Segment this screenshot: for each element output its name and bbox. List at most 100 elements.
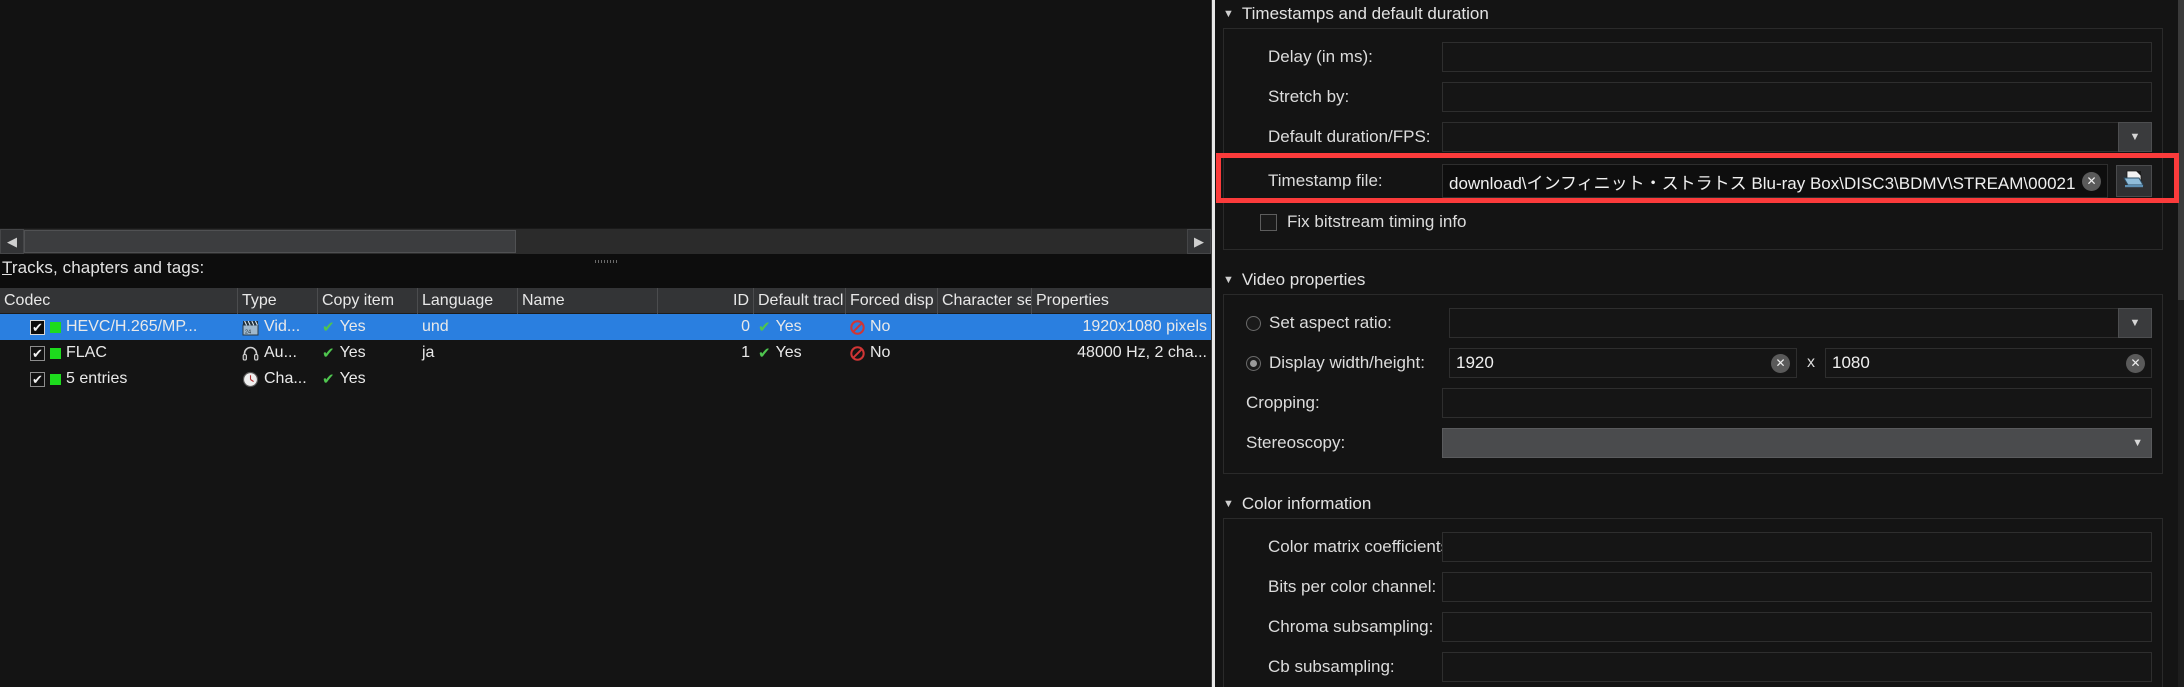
input-delay[interactable]: [1442, 42, 2152, 72]
label-timestamp-file: Timestamp file:: [1268, 171, 1383, 190]
cell-codec[interactable]: ✔ FLAC: [0, 340, 238, 366]
cell-properties[interactable]: [1032, 366, 1211, 392]
forced-display-text: No: [870, 318, 891, 335]
input-stretch-by[interactable]: [1442, 82, 2152, 112]
section-header-color-information[interactable]: ▼ Color information: [1215, 490, 2171, 518]
scroll-right-arrow-icon[interactable]: ▶: [1187, 229, 1211, 254]
cell-copy-item[interactable]: ✔ Yes: [318, 314, 418, 340]
column-header-character-set[interactable]: Character se: [938, 288, 1032, 314]
cell-character-set[interactable]: [938, 366, 1032, 392]
panel-scrollbar-thumb[interactable]: [2178, 0, 2184, 300]
column-header-type[interactable]: Type: [238, 288, 318, 314]
input-timestamp-file[interactable]: download\インフィニット・ストラトス Blu-ray Box\DISC3…: [1442, 164, 2108, 198]
dropdown-default-duration[interactable]: ▼: [2118, 122, 2152, 152]
cell-forced-display[interactable]: [846, 366, 938, 392]
clear-icon[interactable]: ✕: [1771, 353, 1790, 373]
cell-copy-item[interactable]: ✔ Yes: [318, 366, 418, 392]
cell-id[interactable]: 1: [658, 340, 754, 366]
scrollbar-track[interactable]: [24, 229, 1187, 254]
browse-timestamp-file-button[interactable]: [2116, 165, 2152, 197]
column-header-copy-item[interactable]: Copy item: [318, 288, 418, 314]
dimension-separator: x: [1807, 354, 1815, 371]
chevron-down-icon[interactable]: ▼: [1223, 8, 1234, 20]
cell-language[interactable]: [418, 366, 518, 392]
dropdown-stereoscopy[interactable]: ▼: [1442, 428, 2152, 458]
section-header-timestamps[interactable]: ▼ Timestamps and default duration: [1215, 0, 2171, 28]
cell-language[interactable]: ja: [418, 340, 518, 366]
scroll-left-arrow-icon[interactable]: ◀: [0, 229, 24, 254]
cell-language[interactable]: und: [418, 314, 518, 340]
clear-icon[interactable]: ✕: [2126, 353, 2145, 373]
copy-item-text: Yes: [339, 344, 366, 361]
type-text: Au...: [264, 344, 297, 361]
field-row-default-duration: Default duration/FPS: ▼: [1234, 117, 2152, 157]
clock-icon: [242, 371, 259, 388]
check-icon: ✔: [322, 319, 335, 336]
field-row-stereoscopy: Stereoscopy: ▼: [1234, 423, 2152, 463]
panel-vertical-scrollbar[interactable]: [2178, 0, 2184, 687]
codec-color-swatch: [50, 347, 61, 359]
cell-default-track[interactable]: ✔ Yes: [754, 314, 846, 340]
row-checkbox[interactable]: ✔: [30, 319, 45, 335]
cell-properties[interactable]: 48000 Hz, 2 cha...: [1032, 340, 1211, 366]
cell-default-track[interactable]: ✔ Yes: [754, 340, 846, 366]
cell-name[interactable]: [518, 366, 658, 392]
column-header-name[interactable]: Name: [518, 288, 658, 314]
open-folder-icon: [2123, 169, 2145, 194]
horizontal-scrollbar[interactable]: ◀ ▶: [0, 228, 1211, 254]
input-aspect-ratio[interactable]: [1449, 308, 2118, 338]
cell-forced-display[interactable]: No: [846, 340, 938, 366]
input-chroma-subsampling[interactable]: [1442, 612, 2152, 642]
input-cropping[interactable]: [1442, 388, 2152, 418]
type-text: Cha...: [264, 370, 307, 387]
input-bits-per-channel[interactable]: [1442, 572, 2152, 602]
check-icon: ✔: [322, 345, 335, 362]
cell-id[interactable]: 0: [658, 314, 754, 340]
value-display-width: 1920: [1456, 353, 1494, 372]
cell-copy-item[interactable]: ✔ Yes: [318, 340, 418, 366]
checkbox-fix-bitstream[interactable]: [1260, 213, 1277, 231]
field-row-timestamp-file: Timestamp file: download\インフィニット・ストラトス B…: [1234, 157, 2152, 205]
column-header-default-track[interactable]: Default tracl: [754, 288, 846, 314]
column-header-forced-display[interactable]: Forced disp: [846, 288, 938, 314]
table-row[interactable]: ✔ 5 entries Cha... ✔ Yes: [0, 366, 1211, 392]
cell-type[interactable]: 24 Vid...: [238, 314, 318, 340]
cell-type[interactable]: Cha...: [238, 366, 318, 392]
input-color-matrix[interactable]: [1442, 532, 2152, 562]
cell-codec[interactable]: ✔ HEVC/H.265/MP...: [0, 314, 238, 340]
default-track-text: Yes: [775, 344, 802, 361]
cell-type[interactable]: Au...: [238, 340, 318, 366]
dropdown-aspect-ratio[interactable]: ▼: [2118, 308, 2152, 338]
column-header-language[interactable]: Language: [418, 288, 518, 314]
tracks-table[interactable]: Codec Type Copy item Language Name ID De…: [0, 288, 1211, 687]
cell-default-track[interactable]: [754, 366, 846, 392]
input-cb-subsampling[interactable]: [1442, 652, 2152, 682]
table-row[interactable]: ✔ HEVC/H.265/MP... 24 Vid... ✔ Yes und 0: [0, 314, 1211, 340]
scrollbar-thumb[interactable]: [24, 230, 516, 253]
cell-codec[interactable]: ✔ 5 entries: [0, 366, 238, 392]
clear-icon[interactable]: ✕: [2082, 171, 2101, 191]
cell-name[interactable]: [518, 314, 658, 340]
row-checkbox[interactable]: ✔: [30, 371, 45, 387]
row-fix-bitstream[interactable]: Fix bitstream timing info: [1234, 205, 2152, 239]
chevron-down-icon[interactable]: ▼: [1223, 274, 1234, 286]
table-row[interactable]: ✔ FLAC Au... ✔ Yes ja 1 ✔ Yes No 48000 H…: [0, 340, 1211, 366]
input-display-height[interactable]: 1080 ✕: [1825, 348, 2152, 378]
tracks-label-mnemonic: T: [2, 258, 12, 277]
cell-character-set[interactable]: [938, 314, 1032, 340]
input-default-duration[interactable]: [1442, 122, 2118, 152]
column-header-codec[interactable]: Codec: [0, 288, 238, 314]
cell-name[interactable]: [518, 340, 658, 366]
cell-properties[interactable]: 1920x1080 pixels: [1032, 314, 1211, 340]
row-checkbox[interactable]: ✔: [30, 345, 45, 361]
section-header-video-properties[interactable]: ▼ Video properties: [1215, 266, 2171, 294]
column-header-properties[interactable]: Properties: [1032, 288, 1211, 314]
check-icon: ✔: [758, 345, 771, 362]
cell-id[interactable]: [658, 366, 754, 392]
chevron-down-icon[interactable]: ▼: [1223, 498, 1234, 510]
cell-character-set[interactable]: [938, 340, 1032, 366]
section-video-properties: ▼ Video properties Set aspect ratio: ▼ D…: [1215, 266, 2171, 474]
input-display-width[interactable]: 1920 ✕: [1449, 348, 1797, 378]
cell-forced-display[interactable]: No: [846, 314, 938, 340]
column-header-id[interactable]: ID: [658, 288, 754, 314]
